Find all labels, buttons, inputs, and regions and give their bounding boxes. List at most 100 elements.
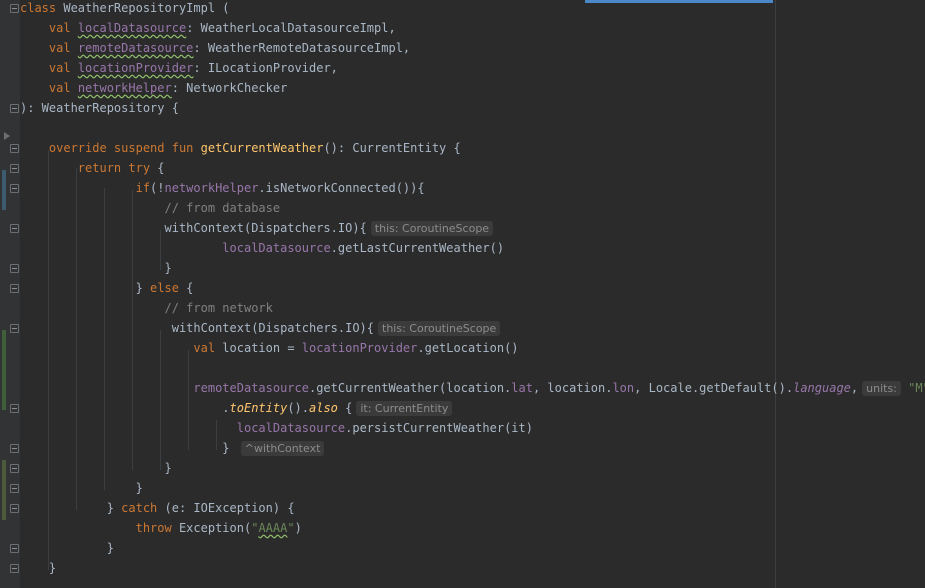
code-token: location =: [222, 341, 302, 355]
code-line[interactable]: withContext(Dispatchers.IO){this: Corout…: [20, 218, 494, 238]
code-line[interactable]: }: [20, 478, 143, 498]
code-line[interactable]: val locationProvider: ILocationProvider,: [20, 58, 338, 78]
code-line[interactable]: }: [20, 538, 114, 558]
code-line[interactable]: if(!networkHelper.isNetworkConnected()){: [20, 178, 425, 198]
code-line[interactable]: // from database: [20, 198, 281, 218]
code-token: (): CurrentEntity {: [323, 141, 461, 155]
indent-guide: [132, 190, 133, 470]
code-line[interactable]: }: [20, 258, 171, 278]
code-token: catch: [121, 501, 165, 515]
code-token: withContext(Dispatchers.IO){: [20, 321, 375, 335]
code-token: locationProvider: [301, 341, 418, 355]
code-token: "M": [908, 381, 925, 395]
fold-icon[interactable]: [10, 164, 19, 173]
code-token: networkHelper: [164, 181, 259, 195]
code-token: if: [135, 181, 151, 195]
code-token: toEntity: [229, 401, 288, 415]
code-token: ): WeatherRepository {: [20, 101, 179, 115]
fold-icon[interactable]: [10, 504, 19, 513]
fold-icon[interactable]: [10, 264, 19, 273]
code-token: , location.: [532, 381, 613, 395]
inlay-hint: ^withContext: [240, 441, 325, 456]
code-token: }: [20, 561, 57, 575]
indent-guide: [48, 150, 49, 570]
code-line[interactable]: val location = locationProvider.getLocat…: [20, 338, 519, 358]
code-line[interactable]: } ^withContext: [20, 438, 325, 458]
code-token: class: [20, 1, 64, 15]
fold-icon[interactable]: [10, 224, 19, 233]
fold-icon[interactable]: [10, 144, 19, 153]
code-token: .getCurrentWeather(location.: [308, 381, 512, 395]
code-line[interactable]: localDatasource.persistCurrentWeather(it…: [20, 418, 533, 438]
fold-icon[interactable]: [10, 564, 19, 573]
code-line[interactable]: return try {: [20, 158, 165, 178]
code-token: return try: [77, 161, 158, 175]
code-token: {: [186, 281, 194, 295]
code-line[interactable]: ): WeatherRepository {: [20, 98, 179, 118]
code-line[interactable]: val networkHelper: NetworkChecker: [20, 78, 287, 98]
code-line[interactable]: } else {: [20, 278, 194, 298]
fold-icon[interactable]: [10, 4, 19, 13]
code-token: .: [20, 401, 230, 415]
code-line[interactable]: class WeatherRepositoryImpl (: [20, 0, 230, 18]
indent-guide: [188, 350, 189, 450]
code-token: }: [20, 481, 143, 495]
code-token: (!: [150, 181, 165, 195]
code-line[interactable]: throw Exception("AAAA"): [20, 518, 302, 538]
code-editor[interactable]: class WeatherRepositoryImpl ( val localD…: [0, 0, 925, 588]
code-token: (e: IOException) {: [164, 501, 295, 515]
code-token: , Locale.getDefault().: [634, 381, 794, 395]
fold-icon[interactable]: [10, 324, 19, 333]
code-token: ": [287, 521, 295, 535]
code-line[interactable]: override suspend fun getCurrentWeather()…: [20, 138, 461, 158]
fold-icon[interactable]: [10, 284, 19, 293]
code-line[interactable]: } catch (e: IOException) {: [20, 498, 295, 518]
code-line[interactable]: // from network: [20, 298, 273, 318]
code-token: {: [337, 401, 353, 415]
fold-icon[interactable]: [10, 104, 19, 113]
inlay-hint: it: CurrentEntity: [356, 401, 453, 416]
vcs-change-marker: [2, 460, 6, 520]
code-line[interactable]: val remoteDatasource: WeatherRemoteDatas…: [20, 38, 410, 58]
code-token: withContext(Dispatchers.IO){: [20, 221, 367, 235]
code-token: lat: [511, 381, 533, 395]
code-token: Exception(: [178, 521, 252, 535]
code-line[interactable]: }: [20, 558, 56, 578]
code-token: val: [48, 21, 78, 35]
code-line[interactable]: withContext(Dispatchers.IO){this: Corout…: [20, 318, 501, 338]
code-token: networkHelper: [77, 81, 172, 95]
fold-icon[interactable]: [10, 544, 19, 553]
code-token: : WeatherLocalDatasourceImpl,: [186, 21, 396, 35]
code-token: : WeatherRemoteDatasourceImpl,: [193, 41, 411, 55]
code-token: localDatasource: [236, 421, 346, 435]
fold-icon[interactable]: [10, 184, 19, 193]
fold-icon[interactable]: [10, 484, 19, 493]
code-line[interactable]: }: [20, 458, 172, 478]
code-line[interactable]: localDatasource.getLastCurrentWeather(): [20, 238, 504, 258]
code-token: }: [20, 461, 172, 475]
code-line[interactable]: .toEntity().also {it: CurrentEntity: [20, 398, 453, 418]
code-line[interactable]: val localDatasource: WeatherLocalDatasou…: [20, 18, 396, 38]
indent-guide: [216, 420, 217, 450]
fold-icon[interactable]: [10, 404, 19, 413]
fold-icon[interactable]: [10, 464, 19, 473]
code-token: override suspend fun: [48, 141, 201, 155]
code-token: }: [20, 541, 114, 555]
code-token: {: [157, 161, 165, 175]
code-token: .getLocation(): [417, 341, 519, 355]
code-token: throw: [135, 521, 179, 535]
code-token: }: [20, 501, 122, 515]
code-line[interactable]: remoteDatasource.getCurrentWeather(locat…: [20, 378, 925, 398]
code-token: ,: [850, 381, 859, 395]
inlay-hint: this: CoroutineScope: [378, 321, 501, 336]
fold-icon[interactable]: [10, 444, 19, 453]
code-token: val: [193, 341, 223, 355]
code-token: lon: [612, 381, 635, 395]
code-token: remoteDatasource: [193, 381, 309, 395]
